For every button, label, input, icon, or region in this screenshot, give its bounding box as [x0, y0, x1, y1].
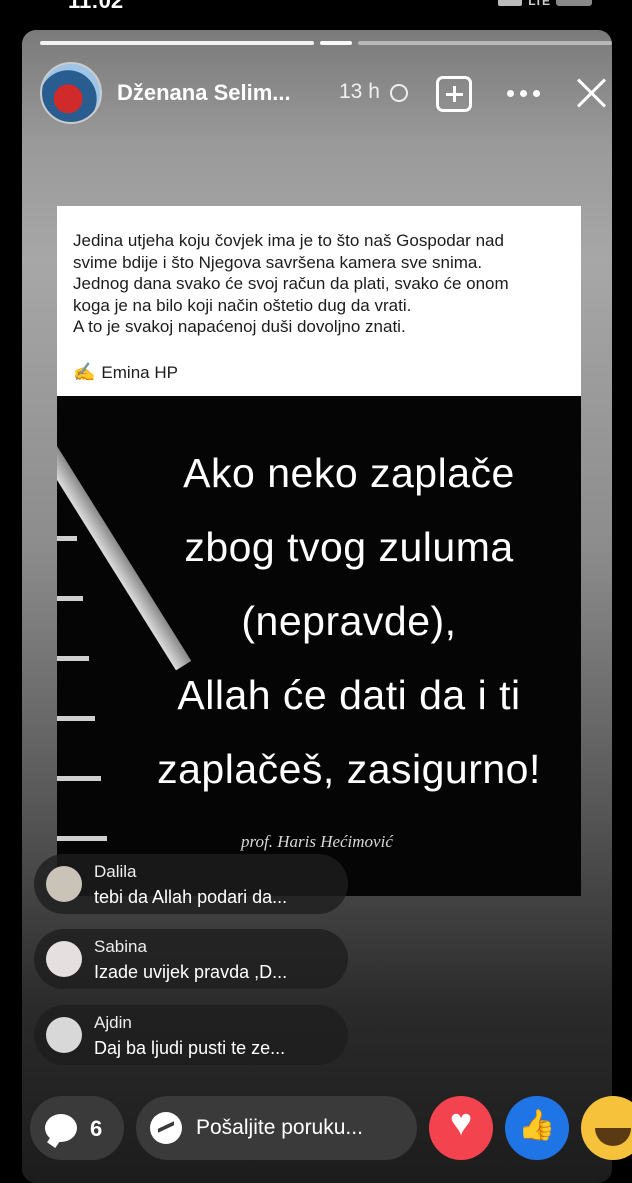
- status-bar: 11:02 LTE: [0, 0, 632, 20]
- status-icons: LTE: [498, 0, 592, 8]
- commenter-avatar: [46, 1017, 82, 1053]
- story-header: Dženana Selim... 13 h: [40, 62, 600, 124]
- commenter-name: Sabina: [94, 937, 147, 956]
- status-time: 11:02: [68, 0, 124, 13]
- author-name[interactable]: Dženana Selim...: [117, 80, 291, 106]
- like-reaction-button[interactable]: [505, 1096, 569, 1160]
- add-to-story-button[interactable]: [436, 76, 472, 112]
- post-text: Jedina utjeha koju čovjek ima je to što …: [73, 230, 573, 338]
- message-input[interactable]: Pošaljite poruku...: [136, 1096, 417, 1160]
- quote-line: zbog tvog zuluma: [184, 524, 514, 570]
- love-reaction-button[interactable]: [429, 1096, 493, 1160]
- battery-icon: [556, 0, 592, 6]
- signature-text: Emina HP: [101, 362, 178, 382]
- comment-bubble-icon: [45, 1114, 77, 1142]
- comments-button[interactable]: 6: [30, 1096, 124, 1160]
- post-line: Jedina utjeha koju čovjek ima je to što …: [73, 231, 504, 250]
- commenter-avatar: [46, 866, 82, 902]
- post-signature: ✍️ Emina HP: [73, 362, 178, 383]
- quote-line: Ako neko zaplače: [183, 450, 515, 496]
- globe-icon: [390, 84, 408, 102]
- comment-preview[interactable]: Sabina Izade uvijek pravda ,D...: [34, 929, 348, 989]
- signal-icon: [498, 0, 523, 6]
- dot-icon: [533, 90, 540, 97]
- stair-step: [57, 836, 107, 841]
- comment-preview[interactable]: Dalila tebi da Allah podari da...: [34, 854, 348, 914]
- quote-image: Ako neko zaplače zbog tvog zuluma (nepra…: [57, 396, 581, 896]
- dot-icon: [507, 90, 514, 97]
- quote-line: Allah će dati da i ti: [177, 672, 521, 718]
- comment-text: Daj ba ljudi pusti te ze...: [94, 1038, 286, 1058]
- comment-count: 6: [90, 1116, 103, 1141]
- quote-line: (nepravde),: [241, 598, 457, 644]
- post-line: A to je svakoj napaćenoj duši dovoljno z…: [73, 317, 406, 337]
- post-line: Jednog dana svako će svoj račun da plati…: [73, 274, 509, 294]
- progress-segment: [358, 41, 612, 45]
- post-line: koga je na bilo koji način oštetio dug d…: [73, 295, 412, 315]
- author-avatar[interactable]: [40, 62, 102, 124]
- stair-step: [57, 536, 77, 541]
- progress-segment-current: [320, 41, 352, 45]
- comment-text: tebi da Allah podari da...: [94, 887, 288, 907]
- commenter-name: Dalila: [94, 862, 137, 881]
- messenger-icon: [150, 1112, 182, 1144]
- haha-reaction-button[interactable]: [581, 1096, 632, 1160]
- shared-post-card: Jedina utjeha koju čovjek ima je to što …: [57, 206, 581, 396]
- commenter-name: Ajdin: [94, 1013, 132, 1032]
- more-options-button[interactable]: [507, 90, 540, 97]
- story-progress: [40, 41, 612, 45]
- comment-preview[interactable]: Ajdin Daj ba ljudi pusti te ze...: [34, 1005, 348, 1065]
- writing-hand-icon: ✍️: [73, 362, 96, 382]
- post-time: 13 h: [339, 80, 380, 103]
- quote-text: Ako neko zaplače zbog tvog zuluma (nepra…: [117, 436, 581, 806]
- quote-author: prof. Haris Hećimović: [241, 832, 393, 851]
- stair-step: [57, 596, 83, 601]
- stair-step: [57, 716, 95, 721]
- message-placeholder: Pošaljite poruku...: [196, 1116, 363, 1139]
- commenter-avatar: [46, 941, 82, 977]
- close-icon[interactable]: [575, 76, 609, 110]
- dot-icon: [520, 90, 527, 97]
- quote-line: zaplačeš, zasigurno!: [157, 746, 541, 792]
- stair-step: [57, 656, 89, 661]
- comment-text: Izade uvijek pravda ,D...: [94, 962, 288, 982]
- stair-step: [57, 776, 101, 781]
- story-actions-bar: 6 Pošaljite poruku...: [0, 1092, 632, 1164]
- network-label: LTE: [528, 0, 550, 8]
- progress-segment: [40, 41, 314, 45]
- post-line: svime bdije i što Njegova savršena kamer…: [73, 252, 483, 272]
